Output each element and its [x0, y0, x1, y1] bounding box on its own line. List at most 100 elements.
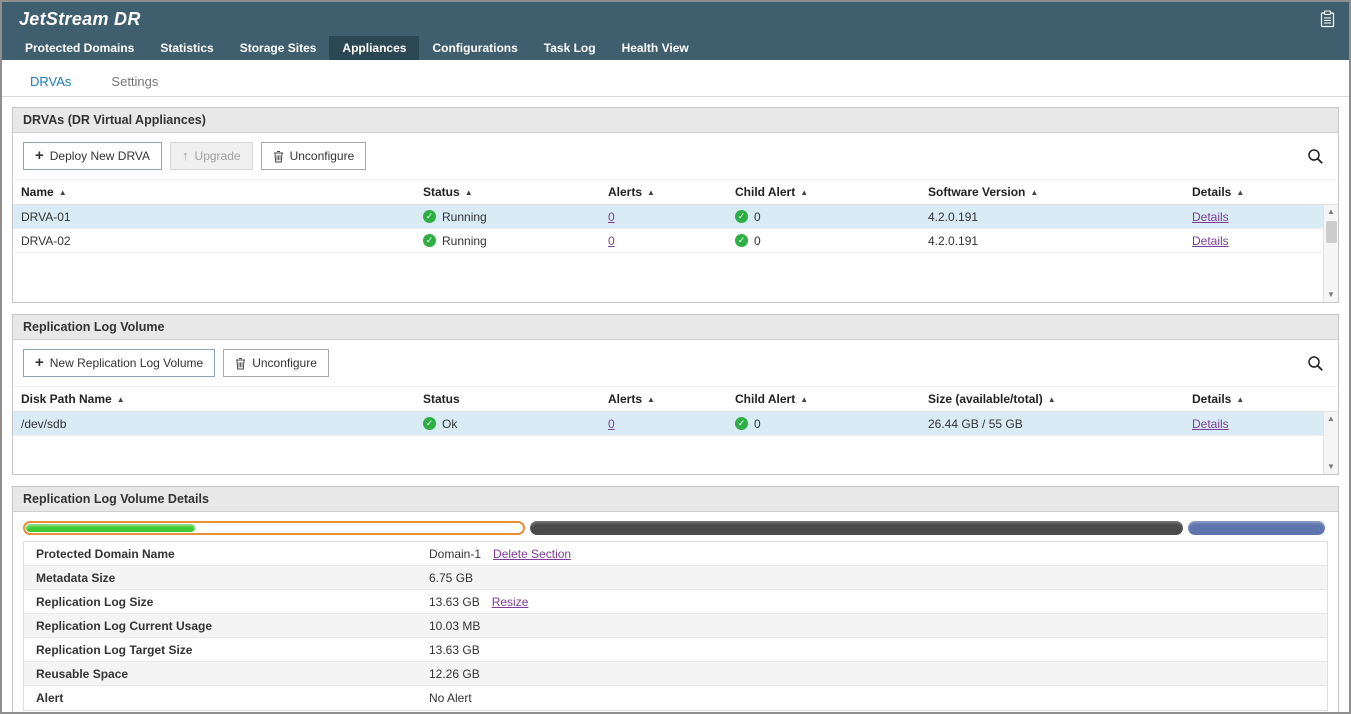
drvas-table-body: DRVA-01 ✓ Running 0 ✓ 0 4.2.0.191 Detail…	[13, 205, 1338, 302]
deploy-new-drva-label: Deploy New DRVA	[50, 149, 150, 163]
column-header-details[interactable]: Details ▲	[1184, 180, 1338, 204]
drvas-panel-title: DRVAs (DR Virtual Appliances)	[13, 108, 1338, 133]
plus-icon: +	[35, 358, 44, 368]
detail-row-reusable-space: Reusable Space 12.26 GB	[24, 662, 1327, 686]
detail-label: Replication Log Current Usage	[24, 619, 429, 633]
detail-label: Replication Log Size	[24, 595, 429, 609]
resize-link[interactable]: Resize	[492, 595, 529, 609]
status-text: Ok	[442, 417, 457, 431]
usage-bar-log-fill	[26, 524, 195, 532]
column-header-child-alert[interactable]: Child Alert ▲	[727, 180, 920, 204]
column-header-details[interactable]: Details ▲	[1184, 387, 1338, 411]
nav-item-task-log[interactable]: Task Log	[531, 36, 609, 60]
table-row-drva-02[interactable]: DRVA-02 ✓ Running 0 ✓ 0 4.2.0.191 Detail…	[13, 229, 1338, 253]
details-link[interactable]: Details	[1192, 210, 1229, 224]
sort-asc-icon: ▲	[647, 188, 655, 197]
delete-section-link[interactable]: Delete Section	[493, 547, 571, 561]
details-link[interactable]: Details	[1192, 417, 1229, 431]
child-alert-ok-icon: ✓	[735, 417, 748, 430]
deploy-new-drva-button[interactable]: + Deploy New DRVA	[23, 142, 162, 170]
sort-asc-icon: ▲	[800, 395, 808, 404]
alerts-count-link[interactable]: 0	[608, 210, 615, 224]
search-icon[interactable]	[1307, 148, 1328, 165]
detail-row-protected-domain-name: Protected Domain Name Domain-1 Delete Se…	[24, 542, 1327, 566]
status-text: Running	[442, 234, 487, 248]
volume-usage-bar	[23, 521, 1328, 535]
status-ok-icon: ✓	[423, 210, 436, 223]
alerts-count-link[interactable]: 0	[608, 234, 615, 248]
detail-value: 12.26 GB	[429, 667, 480, 681]
column-header-disk-path-name[interactable]: Disk Path Name ▲	[13, 387, 415, 411]
nav-item-storage-sites[interactable]: Storage Sites	[227, 36, 330, 60]
scroll-down-button[interactable]: ▼	[1327, 460, 1335, 474]
status-ok-icon: ✓	[423, 234, 436, 247]
rlv-panel-title: Replication Log Volume	[13, 315, 1338, 340]
upgrade-arrow-icon: ↑	[182, 151, 189, 161]
drvas-panel: DRVAs (DR Virtual Appliances) + Deploy N…	[12, 107, 1339, 303]
drva-details: Details	[1184, 234, 1338, 248]
search-icon-svg	[1307, 148, 1324, 165]
column-header-status[interactable]: Status	[415, 387, 600, 411]
upgrade-label: Upgrade	[195, 149, 241, 163]
column-header-alerts[interactable]: Alerts ▲	[600, 387, 727, 411]
scroll-down-button[interactable]: ▼	[1327, 288, 1335, 302]
scroll-up-button[interactable]: ▲	[1327, 412, 1335, 426]
sort-asc-icon: ▲	[1236, 188, 1244, 197]
drva-software-version: 4.2.0.191	[920, 234, 1184, 248]
new-replication-log-volume-button[interactable]: + New Replication Log Volume	[23, 349, 215, 377]
details-link[interactable]: Details	[1192, 234, 1229, 248]
app-title: JetStream DR	[19, 9, 141, 30]
column-header-child-alert[interactable]: Child Alert ▲	[727, 387, 920, 411]
unconfigure-drva-button[interactable]: Unconfigure	[261, 142, 367, 170]
drva-status: ✓ Running	[415, 210, 600, 224]
column-header-software-version[interactable]: Software Version ▲	[920, 180, 1184, 204]
replication-log-volume-panel: Replication Log Volume + New Replication…	[12, 314, 1339, 475]
rlv-alerts: 0	[600, 417, 727, 431]
scrollbar-thumb[interactable]	[1326, 221, 1337, 243]
trash-icon	[273, 150, 284, 163]
column-header-alerts[interactable]: Alerts ▲	[600, 180, 727, 204]
disk-path-name: /dev/sdb	[13, 417, 415, 431]
rlv-table-header: Disk Path Name ▲ Status Alerts ▲ Child A…	[13, 386, 1338, 412]
table-row-drva-01[interactable]: DRVA-01 ✓ Running 0 ✓ 0 4.2.0.191 Detail…	[13, 205, 1338, 229]
detail-value: 10.03 MB	[429, 619, 480, 633]
detail-value: No Alert	[429, 691, 472, 705]
nav-item-statistics[interactable]: Statistics	[147, 36, 226, 60]
drvas-toolbar: + Deploy New DRVA ↑ Upgrade Unconfigure	[13, 133, 1338, 179]
unconfigure-drva-label: Unconfigure	[290, 149, 355, 163]
search-icon[interactable]	[1307, 355, 1328, 372]
column-header-status[interactable]: Status ▲	[415, 180, 600, 204]
column-header-name[interactable]: Name ▲	[13, 180, 415, 204]
tab-settings[interactable]: Settings	[99, 69, 170, 96]
sort-asc-icon: ▲	[117, 395, 125, 404]
used-space-segment	[530, 521, 1183, 535]
alerts-count-link[interactable]: 0	[608, 417, 615, 431]
nav-item-appliances[interactable]: Appliances	[329, 36, 419, 60]
column-header-size[interactable]: Size (available/total) ▲	[920, 387, 1184, 411]
drva-details: Details	[1184, 210, 1338, 224]
detail-value: 13.63 GB	[429, 643, 480, 657]
plus-icon: +	[35, 151, 44, 161]
detail-row-replication-log-target-size: Replication Log Target Size 13.63 GB	[24, 638, 1327, 662]
vertical-scrollbar[interactable]: ▲ ▼	[1323, 205, 1338, 302]
table-row-dev-sdb[interactable]: /dev/sdb ✓ Ok 0 ✓ 0 26.44 GB / 55 GB Det…	[13, 412, 1338, 436]
metadata-segment	[1188, 521, 1325, 535]
drvas-table-header: Name ▲ Status ▲ Alerts ▲ Child Alert ▲ S…	[13, 179, 1338, 205]
tab-drvas[interactable]: DRVAs	[18, 69, 83, 96]
unconfigure-rlv-button[interactable]: Unconfigure	[223, 349, 329, 377]
sort-asc-icon: ▲	[59, 188, 67, 197]
clipboard-icon[interactable]	[1320, 10, 1335, 28]
sub-tabs: DRVAs Settings	[2, 60, 1349, 97]
upgrade-button[interactable]: ↑ Upgrade	[170, 142, 253, 170]
nav-item-health-view[interactable]: Health View	[609, 36, 702, 60]
detail-row-replication-log-current-usage: Replication Log Current Usage 10.03 MB	[24, 614, 1327, 638]
nav-item-protected-domains[interactable]: Protected Domains	[12, 36, 147, 60]
rlv-status: ✓ Ok	[415, 417, 600, 431]
drva-software-version: 4.2.0.191	[920, 210, 1184, 224]
vertical-scrollbar[interactable]: ▲ ▼	[1323, 412, 1338, 474]
nav-item-configurations[interactable]: Configurations	[419, 36, 530, 60]
scroll-up-button[interactable]: ▲	[1327, 205, 1335, 219]
detail-value: Domain-1	[429, 547, 481, 561]
detail-row-replication-log-size: Replication Log Size 13.63 GB Resize	[24, 590, 1327, 614]
drva-alerts: 0	[600, 234, 727, 248]
